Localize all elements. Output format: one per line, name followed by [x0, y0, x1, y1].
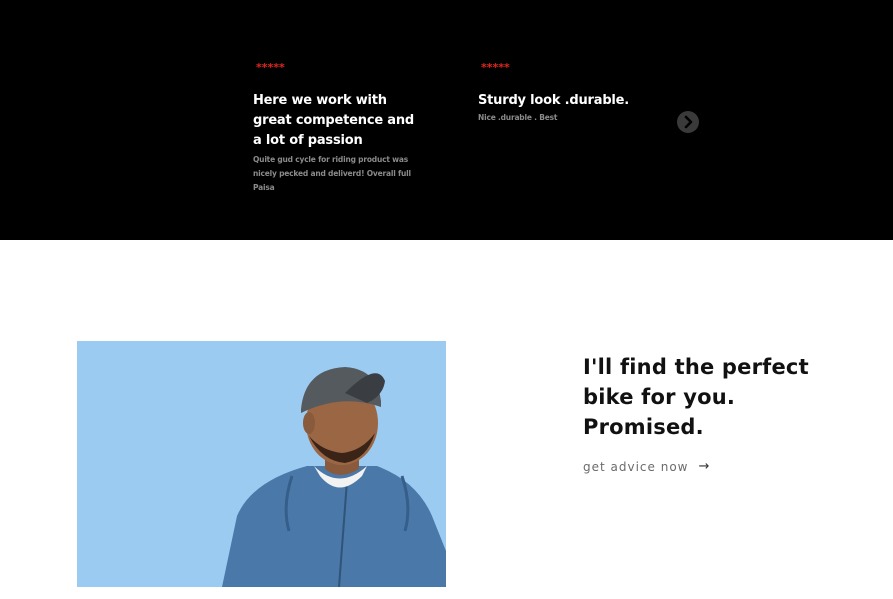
review-text: Quite gud cycle for riding product was n… [253, 155, 411, 192]
review-stars: ***** [481, 61, 510, 74]
review-title: Sturdy look .durable. [478, 93, 630, 108]
promo-heading: I'll find the perfect bike for you. Prom… [583, 355, 809, 439]
arrow-right-icon: → [698, 459, 710, 474]
get-advice-link[interactable]: get advice now → [583, 459, 823, 474]
hero-image [77, 341, 446, 587]
review-card: ***** Here we work with great competence… [253, 60, 423, 195]
carousel-next-button[interactable] [677, 111, 699, 133]
review-text: Nice .durable . Best [478, 113, 558, 122]
promo-section: I'll find the perfect bike for you. Prom… [583, 352, 823, 474]
chevron-right-icon [684, 115, 693, 129]
get-advice-label: get advice now [583, 459, 689, 474]
review-stars: ***** [256, 61, 285, 74]
reviews-section: ***** Here we work with great competence… [0, 0, 893, 240]
review-card: ***** Sturdy look .durable. Nice .durabl… [478, 60, 658, 125]
person-photo [77, 341, 446, 587]
review-title: Here we work with great competence and a… [253, 93, 415, 148]
